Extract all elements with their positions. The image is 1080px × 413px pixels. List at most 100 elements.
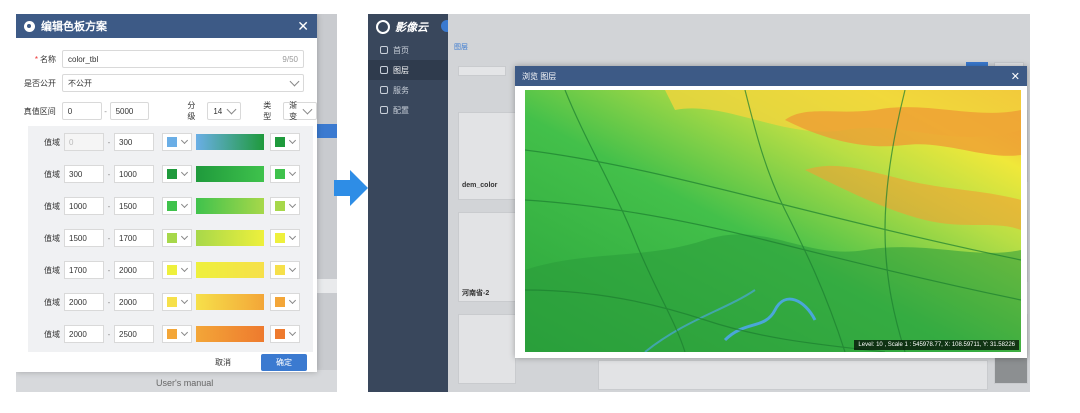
range-to-value: 1700	[119, 233, 137, 243]
required-mark: *	[34, 54, 38, 64]
gradient-preview	[196, 326, 264, 342]
color-swatch	[275, 329, 285, 339]
range-from-value: 2000	[69, 329, 87, 339]
close-icon[interactable]: ✕	[1011, 70, 1020, 83]
chevron-down-icon	[180, 168, 189, 177]
cancel-button[interactable]: 取消	[215, 357, 231, 368]
color-swatch	[275, 169, 285, 179]
name-input[interactable]: color_tbl 9/50	[62, 50, 304, 68]
range-row-item: 值域 1500 -1700	[28, 222, 313, 254]
nav-icon	[380, 106, 388, 114]
range-to-value: 300	[119, 137, 133, 147]
color-swatch	[275, 297, 285, 307]
search-input[interactable]	[458, 66, 506, 76]
range-from-value: 0	[69, 137, 74, 147]
chevron-down-icon	[226, 104, 237, 115]
range-from-input[interactable]: 1500	[64, 229, 104, 247]
nav-icon	[380, 66, 388, 74]
range-from-value: 1500	[69, 233, 87, 243]
level-select[interactable]: 14	[207, 102, 242, 120]
sidebar-nav: 首页图层 服务 配置	[368, 40, 448, 120]
sidebar-item-label: 首页	[393, 45, 409, 55]
range-to-input[interactable]: 1500	[114, 197, 154, 215]
range-dash: -	[107, 137, 111, 147]
range-from-input[interactable]: 300	[64, 165, 104, 183]
start-color-select[interactable]	[162, 133, 192, 151]
chevron-down-icon	[289, 76, 300, 87]
range-to-input[interactable]: 2000	[114, 261, 154, 279]
range-row-label: 值域	[44, 265, 60, 275]
range-from-input[interactable]: 2000	[64, 293, 104, 311]
range-from-value: 1000	[69, 201, 87, 211]
card-label-dem-color: dem_color	[462, 182, 498, 189]
level-value: 14	[213, 106, 223, 116]
range-dash: -	[107, 233, 111, 243]
chevron-down-icon	[288, 296, 297, 305]
range-min-value: 0	[67, 106, 73, 116]
gradient-preview	[196, 166, 264, 182]
range-to-value: 2500	[119, 329, 137, 339]
end-color-select[interactable]	[270, 261, 300, 279]
type-value: 渐变	[289, 101, 298, 121]
end-color-select[interactable]	[270, 293, 300, 311]
gradient-preview	[196, 134, 264, 150]
start-color-select[interactable]	[162, 261, 192, 279]
range-dash: -	[107, 201, 111, 211]
range-from-input[interactable]: 1000	[64, 197, 104, 215]
range-max-input[interactable]: 5000	[109, 102, 150, 120]
range-from-input[interactable]: 2000	[64, 325, 104, 343]
layer-card[interactable]	[458, 314, 516, 384]
start-color-select[interactable]	[162, 293, 192, 311]
color-swatch	[167, 329, 177, 339]
start-color-select[interactable]	[162, 229, 192, 247]
end-color-select[interactable]	[270, 165, 300, 183]
layer-card-row	[598, 360, 988, 390]
ok-button[interactable]: 确定	[261, 353, 307, 371]
sidebar-item[interactable]: 服务	[368, 80, 448, 100]
range-row-label: 值域	[44, 329, 60, 339]
sidebar-item[interactable]: 首页	[368, 40, 448, 60]
start-color-select[interactable]	[162, 325, 192, 343]
tab-layer[interactable]: 图层	[454, 42, 468, 52]
range-to-input[interactable]: 1700	[114, 229, 154, 247]
end-color-select[interactable]	[270, 133, 300, 151]
type-select[interactable]: 渐变	[283, 101, 317, 121]
right-screenshot: 影像云 首页 图层 服务 配置 图层 dem_color 河南省-2 浏览 图层 ✕	[368, 14, 1030, 392]
start-color-select[interactable]	[162, 165, 192, 183]
end-color-select[interactable]	[270, 197, 300, 215]
end-color-select[interactable]	[270, 229, 300, 247]
end-color-select[interactable]	[270, 325, 300, 343]
range-from-input[interactable]: 0	[64, 133, 104, 151]
range-max-value: 5000	[115, 106, 134, 116]
sidebar-item[interactable]: 配置	[368, 100, 448, 120]
chevron-down-icon	[180, 232, 189, 241]
range-min-input[interactable]: 0	[61, 102, 102, 120]
sidebar-item[interactable]: 图层	[368, 60, 448, 80]
close-icon[interactable]: ✕	[297, 18, 309, 35]
background-manual-label: User's manual	[156, 378, 214, 388]
elevation-map[interactable]: Level: 10 , Scale 1 : 545978.77, X: 108.…	[525, 90, 1021, 352]
edit-palette-dialog: 编辑色板方案 ✕ * 名称 color_tbl 9/50 是否公开 不公开 真值…	[16, 14, 317, 372]
range-to-input[interactable]: 2500	[114, 325, 154, 343]
gradient-preview	[196, 230, 264, 246]
range-to-value: 1000	[119, 169, 137, 179]
chevron-down-icon	[180, 328, 189, 337]
dialog-header: 编辑色板方案 ✕	[16, 14, 317, 38]
app-logo: 影像云	[368, 14, 448, 40]
range-row-label: 值域	[44, 233, 60, 243]
color-swatch	[167, 201, 177, 211]
chevron-down-icon	[288, 264, 297, 273]
chevron-down-icon	[288, 136, 297, 145]
range-to-input[interactable]: 1000	[114, 165, 154, 183]
range-to-input[interactable]: 2000	[114, 293, 154, 311]
range-to-input[interactable]: 300	[114, 133, 154, 151]
chevron-down-icon	[288, 232, 297, 241]
range-from-input[interactable]: 1700	[64, 261, 104, 279]
range-row-label: 值域	[44, 137, 60, 147]
color-swatch	[167, 137, 177, 147]
range-to-value: 1500	[119, 201, 137, 211]
public-select[interactable]: 不公开	[62, 74, 304, 92]
start-color-select[interactable]	[162, 197, 192, 215]
name-value: color_tbl	[68, 54, 99, 64]
gradient-preview	[196, 198, 264, 214]
